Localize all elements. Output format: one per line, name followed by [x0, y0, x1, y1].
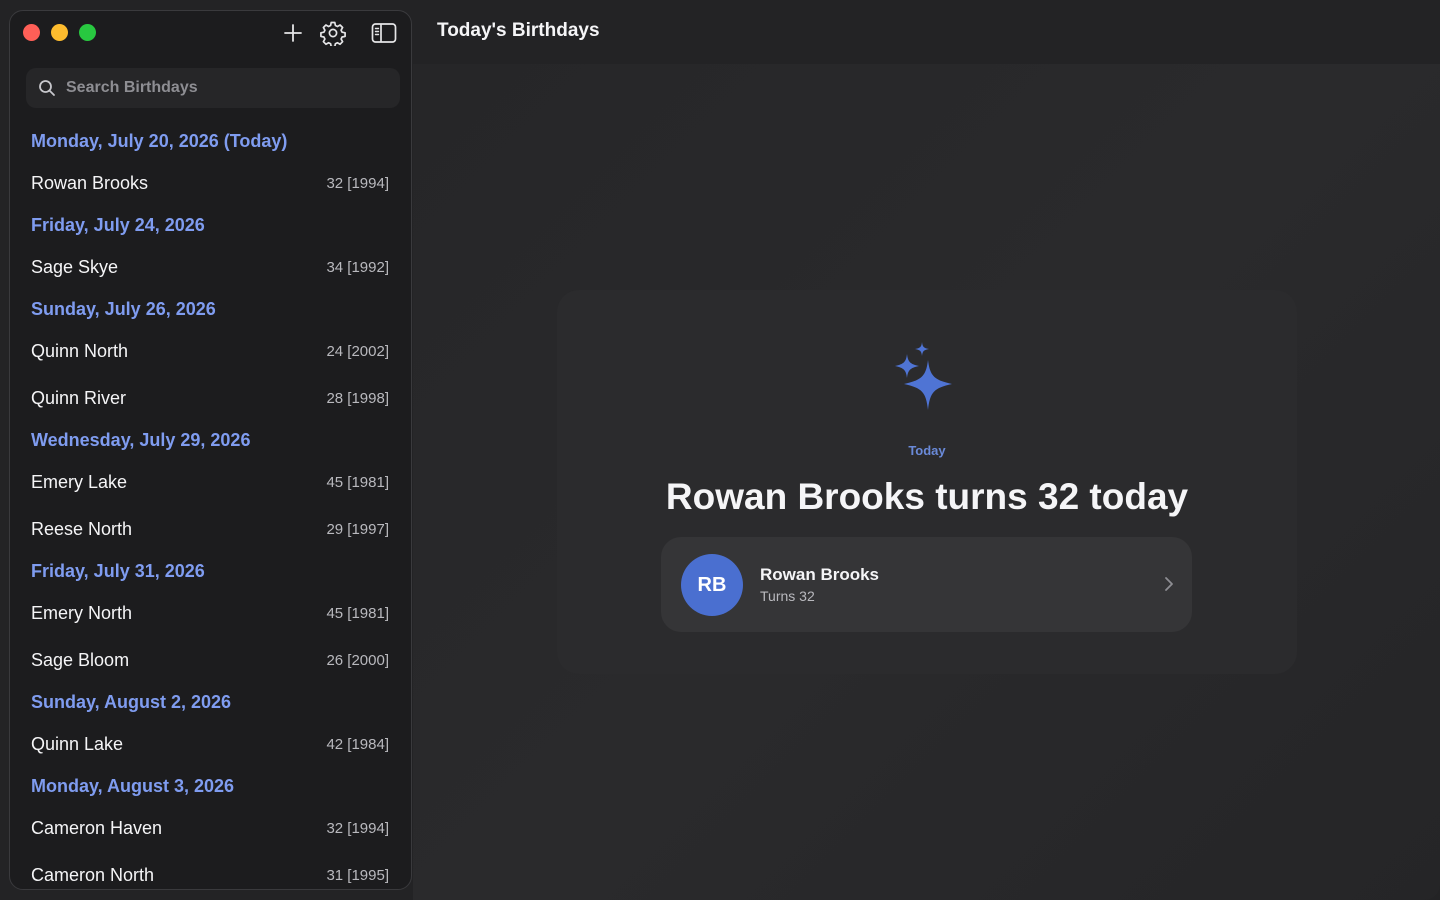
plus-icon — [284, 24, 302, 42]
list-item[interactable]: Emery Lake 45 [1981] — [10, 459, 411, 506]
list-item[interactable]: Cameron Haven 32 [1994] — [10, 805, 411, 852]
birthday-headline: Rowan Brooks turns 32 today — [665, 476, 1189, 517]
date-header: Monday, July 20, 2026 (Today) — [31, 131, 288, 151]
age-year: 45 [1981] — [326, 474, 389, 491]
date-header: Friday, July 24, 2026 — [31, 215, 205, 235]
person-name: Cameron North — [31, 865, 155, 885]
today-label: Today — [908, 443, 946, 458]
date-header: Sunday, August 2, 2026 — [31, 692, 232, 712]
person-name: Emery Lake — [31, 472, 128, 492]
magnifier-icon — [39, 80, 55, 96]
age-year: 28 [1998] — [326, 390, 389, 407]
close-window-button[interactable] — [23, 24, 40, 41]
sidebar: Monday, July 20, 2026 (Today) Rowan Broo… — [9, 10, 412, 890]
chevron-right-icon — [1165, 577, 1173, 591]
person-card[interactable]: RB Rowan Brooks Turns 32 — [661, 537, 1192, 632]
toggle-sidebar-button[interactable] — [371, 20, 397, 46]
today-card: Today Rowan Brooks turns 32 today RB Row… — [557, 290, 1297, 674]
list-item[interactable]: Quinn River 28 [1998] — [10, 375, 411, 422]
birthday-list: Monday, July 20, 2026 (Today) Rowan Broo… — [10, 123, 411, 889]
list-item[interactable]: Sage Bloom 26 [2000] — [10, 637, 411, 684]
page-title: Today's Birthdays — [437, 20, 600, 41]
age-year: 29 [1997] — [326, 521, 389, 538]
person-name: Cameron Haven — [31, 818, 163, 838]
sparkles-icon — [895, 342, 952, 410]
list-item[interactable]: Cameron North 31 [1995] — [10, 852, 411, 889]
gear-icon — [320, 21, 346, 46]
age-year: 26 [2000] — [326, 652, 389, 669]
age-year: 42 [1984] — [326, 736, 389, 753]
age-year: 31 [1995] — [326, 867, 389, 884]
list-item[interactable]: Quinn Lake 42 [1984] — [10, 721, 411, 768]
app-window: Monday, July 20, 2026 (Today) Rowan Broo… — [0, 0, 1440, 900]
person-name: Emery North — [31, 603, 133, 623]
detail-pane: Today Rowan Brooks turns 32 today RB Row… — [413, 64, 1440, 900]
search-field[interactable] — [26, 68, 400, 108]
list-item[interactable]: Sage Skye 34 [1992] — [10, 244, 411, 291]
add-birthday-button[interactable] — [280, 20, 306, 46]
age-year: 45 [1981] — [326, 605, 389, 622]
person-name: Sage Bloom — [31, 650, 130, 670]
list-item[interactable]: Rowan Brooks 32 [1994] — [10, 160, 411, 207]
age-year: 34 [1992] — [326, 259, 389, 276]
age-year: 24 [2002] — [326, 343, 389, 360]
window-controls — [23, 24, 96, 41]
age-year: 32 [1994] — [326, 175, 389, 192]
age-year: 32 [1994] — [326, 820, 389, 837]
date-header: Sunday, July 26, 2026 — [31, 299, 216, 319]
zoom-window-button[interactable] — [79, 24, 96, 41]
person-card-name: Rowan Brooks — [760, 565, 880, 584]
person-name: Sage Skye — [31, 257, 119, 277]
date-header: Friday, July 31, 2026 — [31, 561, 205, 581]
person-card-subtitle: Turns 32 — [760, 588, 815, 604]
date-header: Wednesday, July 29, 2026 — [31, 430, 251, 450]
list-item[interactable]: Emery North 45 [1981] — [10, 590, 411, 637]
avatar: RB — [681, 554, 743, 616]
person-name: Rowan Brooks — [31, 173, 149, 193]
date-header: Monday, August 3, 2026 — [31, 776, 235, 796]
settings-button[interactable] — [320, 20, 346, 46]
list-item[interactable]: Quinn North 24 [2002] — [10, 328, 411, 375]
person-name: Reese North — [31, 519, 133, 539]
sidebar-icon — [371, 23, 397, 43]
person-name: Quinn River — [31, 388, 127, 408]
person-name: Quinn Lake — [31, 734, 124, 754]
person-name: Quinn North — [31, 341, 129, 361]
search-input[interactable] — [66, 79, 366, 97]
minimize-window-button[interactable] — [51, 24, 68, 41]
list-item[interactable]: Reese North 29 [1997] — [10, 506, 411, 553]
